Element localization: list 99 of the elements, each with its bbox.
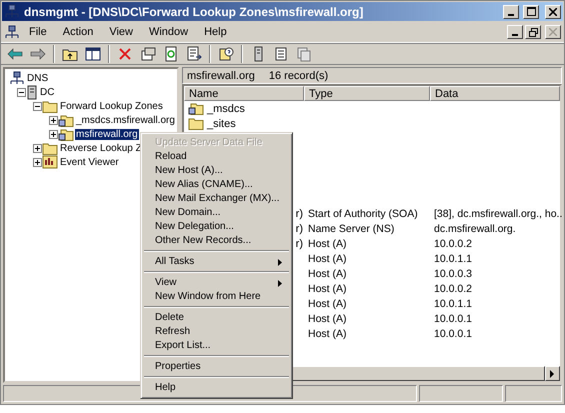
minimize-button[interactable] [503,4,519,18]
record-type: Host (A) [307,312,348,324]
expand-icon[interactable] [49,116,58,124]
record-data: 10.0.0.1 [433,328,473,340]
context-menu-item[interactable]: Properties [143,360,290,374]
documents-icon[interactable] [296,46,312,62]
status-panel [505,385,562,402]
minimize-button[interactable] [507,25,523,39]
context-menu-item[interactable]: Help [143,381,290,395]
column-header[interactable]: Name [184,86,304,101]
export-list-icon[interactable] [186,46,202,62]
folder-icon [42,100,58,112]
console-tree-icon[interactable] [85,46,101,62]
record-type: Name Server (NS) [307,222,396,234]
record-data: 10.0.0.2 [433,238,473,250]
minimize-icon [508,14,514,16]
expand-icon[interactable] [33,144,42,152]
zone-folder-icon [58,128,74,140]
record-data: [38], dc.msfirewall.org., ho.. [433,208,562,220]
record-name: r) [296,208,303,220]
record-type: Host (A) [307,252,348,264]
context-menu-item[interactable]: New Host (A)... [143,164,290,178]
folder-icon [42,142,58,154]
context-menu-item[interactable]: Reload [143,150,290,164]
zone-name: msfirewall.org [187,70,255,82]
record-type: Host (A) [307,328,348,340]
collapse-icon[interactable] [17,88,26,96]
close-icon [549,8,557,16]
folder-name[interactable]: _msdcs [207,102,245,114]
context-menu-item[interactable]: New Domain... [143,206,290,220]
menu-item[interactable]: Action [56,26,100,38]
column-header[interactable]: Data [430,86,560,101]
record-type: Host (A) [307,238,348,250]
expand-icon[interactable] [33,158,42,166]
minimize-icon [512,34,518,36]
folder-icon [188,117,204,130]
network-icon [4,24,20,40]
tree-item[interactable]: Forward Lookup Zones [59,100,164,112]
record-data: 10.0.0.3 [433,268,473,280]
record-name: r) [296,238,303,250]
context-menu-item[interactable]: All Tasks [143,255,290,269]
server-icon [26,84,38,100]
record-type: Host (A) [307,268,348,280]
context-menu-item[interactable]: New Mail Exchanger (MX)... [143,192,290,206]
menu-item[interactable]: Window [142,26,196,38]
menu-item[interactable]: Help [197,26,234,38]
maximize-button[interactable] [523,4,539,18]
context-menu-item[interactable]: Export List... [143,339,290,353]
expand-icon[interactable] [49,130,58,138]
context-menu-item[interactable]: View [143,276,290,290]
context-menu-item[interactable]: Delete [143,311,290,325]
zone-folder-icon [58,114,74,126]
record-data: 10.0.0.1 [433,312,473,324]
tree-item[interactable]: _msdcs.msfirewall.org [75,114,176,126]
window-title: dnsmgmt - [DNS\DC\Forward Lookup Zones\msfirewall.org] [24,4,364,18]
record-type: Host (A) [307,298,348,310]
record-type: Start of Authority (SOA) [307,208,419,220]
help-icon[interactable] [218,46,234,62]
zone-folder-icon [188,102,204,115]
scroll-right-button[interactable] [545,366,560,381]
network-icon [9,70,25,86]
context-menu-item[interactable]: Other New Records... [143,234,290,248]
menu-item[interactable]: File [22,26,54,38]
maximize-icon [526,7,536,16]
record-type: Host (A) [307,282,348,294]
submenu-arrow-icon [278,280,282,286]
menu-item[interactable]: View [102,26,140,38]
event-log-icon [42,155,58,169]
context-menu-item[interactable]: Refresh [143,325,290,339]
right-arrow-icon [550,370,555,378]
refresh-icon[interactable] [163,46,179,62]
restore-button[interactable] [525,25,541,39]
record-data: 10.0.0.2 [433,282,473,294]
column-header[interactable]: Type [304,86,430,101]
tree-item[interactable]: DNS [26,72,50,84]
collapse-icon[interactable] [33,102,42,110]
close-icon [549,28,557,36]
context-menu-item[interactable]: New Delegation... [143,220,290,234]
delete-icon[interactable] [117,46,133,62]
record-name: r) [296,222,303,234]
document-icon[interactable] [273,46,289,62]
tree-item[interactable]: msfirewall.org [75,128,139,140]
record-count: 16 record(s) [268,70,328,82]
record-data: dc.msfirewall.org. [433,222,517,234]
close-button[interactable] [545,4,561,18]
folder-name[interactable]: _sites [207,118,236,130]
context-menu-item[interactable]: New Window from Here [143,290,290,304]
context-menu-item[interactable]: New Alias (CNAME)... [143,178,290,192]
forward-arrow-icon[interactable] [30,48,46,60]
tree-item[interactable]: Event Viewer [59,156,120,168]
record-data: 10.0.1.1 [433,252,473,264]
properties-icon[interactable] [140,46,156,62]
submenu-arrow-icon [278,258,282,266]
restore-icon [528,28,538,36]
network-icon [4,4,20,19]
record-data: 10.0.1.1 [433,298,473,310]
close-button[interactable] [545,25,561,39]
tree-item[interactable]: DC [39,86,56,98]
back-arrow-icon[interactable] [7,48,23,60]
